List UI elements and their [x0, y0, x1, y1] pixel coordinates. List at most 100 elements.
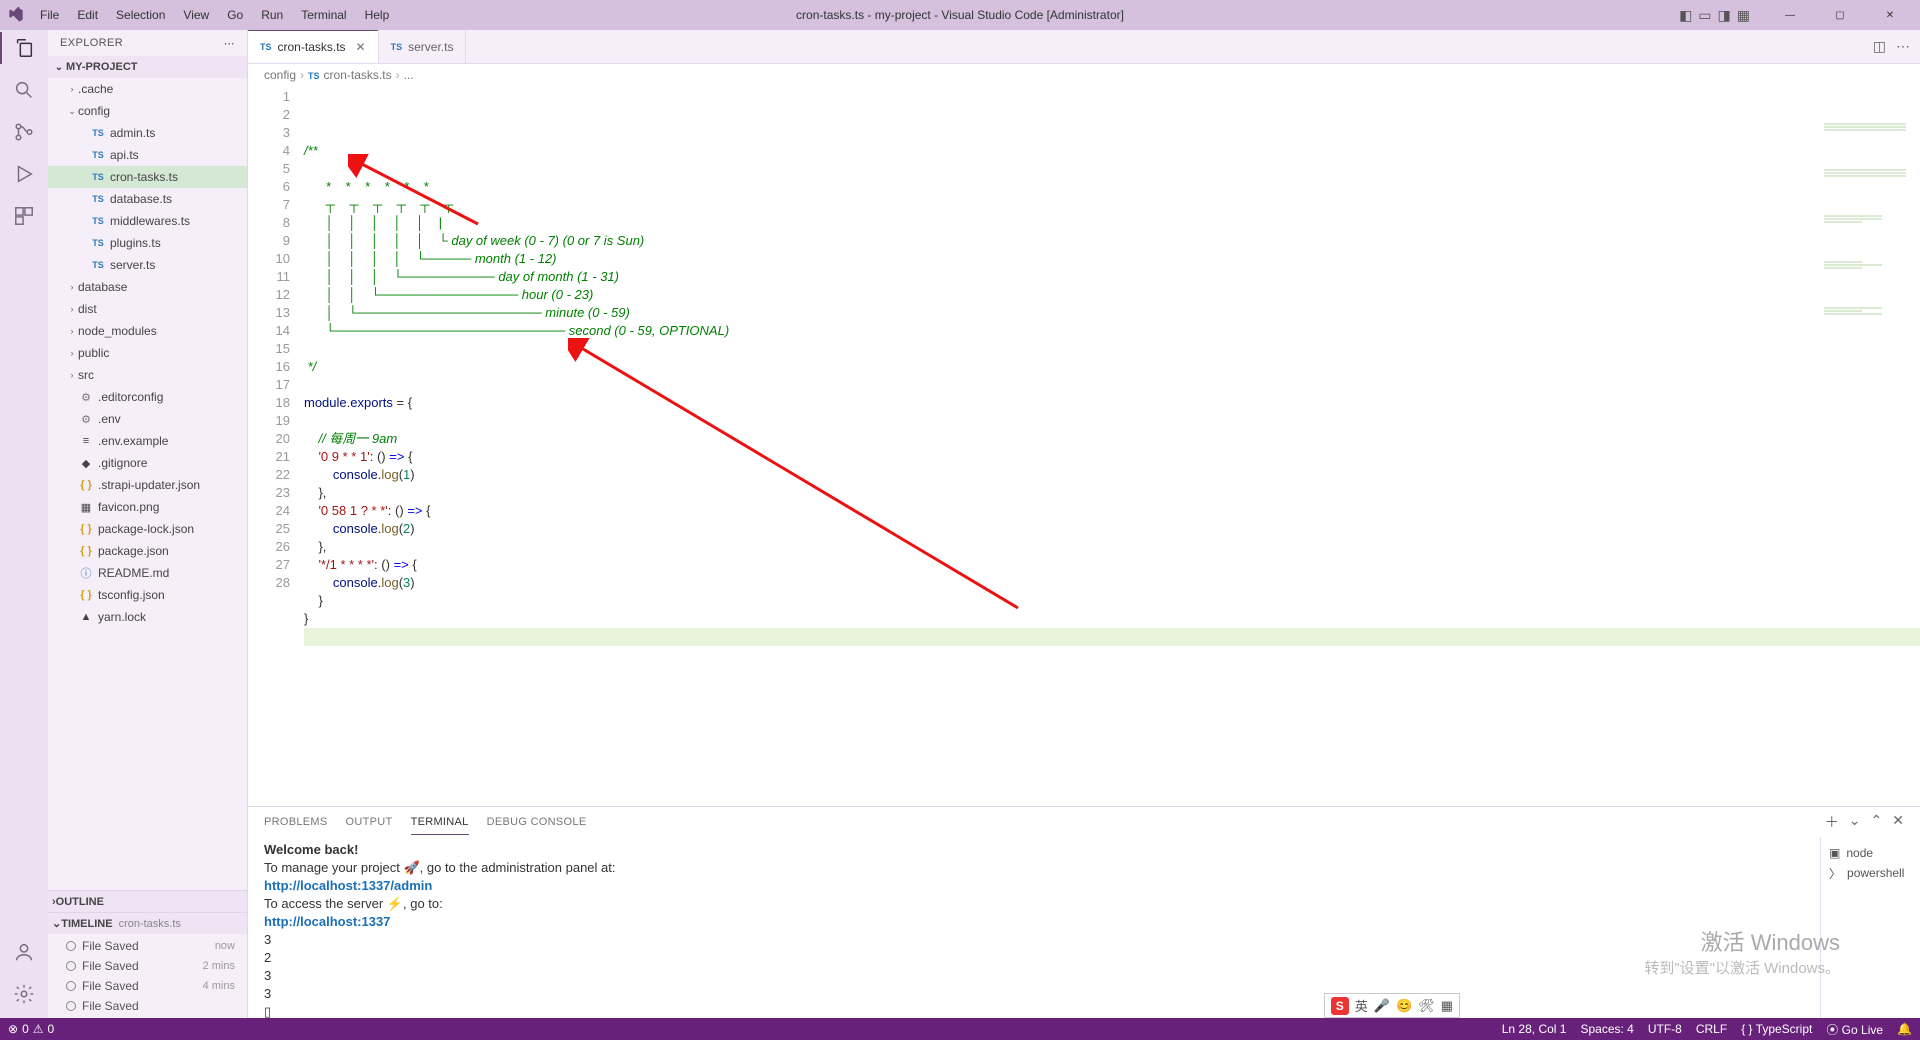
- ime-tools-icon[interactable]: 🛠: [1418, 998, 1435, 1014]
- breadcrumb-segment[interactable]: TScron-tasks.ts: [308, 68, 392, 82]
- code-content[interactable]: /** * * * * * * ┬ ┬ ┬ ┬ ┬ ┬ │ │ │ │ │ | …: [304, 86, 1920, 806]
- status-item[interactable]: ⦿ Go Live: [1826, 1021, 1883, 1038]
- maximize-button[interactable]: ▢: [1818, 0, 1862, 30]
- menu-edit[interactable]: Edit: [69, 4, 106, 26]
- timeline-item[interactable]: File Saved: [48, 996, 247, 1016]
- timeline-item[interactable]: File Saved4 mins: [48, 976, 247, 996]
- file-cron-tasks.ts[interactable]: TScron-tasks.ts: [48, 166, 247, 188]
- menu-go[interactable]: Go: [219, 4, 251, 26]
- status-item[interactable]: 🔔: [1897, 1022, 1912, 1036]
- panel-tab-terminal[interactable]: TERMINAL: [411, 810, 469, 835]
- folder-src[interactable]: ›src: [48, 364, 247, 386]
- file-package-lock.json[interactable]: { }package-lock.json: [48, 518, 247, 540]
- file-database.ts[interactable]: TSdatabase.ts: [48, 188, 247, 210]
- ime-badge[interactable]: S: [1331, 997, 1349, 1015]
- file-tree: ›.cache⌄configTSadmin.tsTSapi.tsTScron-t…: [48, 78, 247, 890]
- timeline-item[interactable]: File Saved2 mins: [48, 956, 247, 976]
- file-middlewares.ts[interactable]: TSmiddlewares.ts: [48, 210, 247, 232]
- terminal-dropdown-icon[interactable]: ⌄: [1849, 812, 1861, 832]
- file-server.ts[interactable]: TSserver.ts: [48, 254, 247, 276]
- status-item[interactable]: CRLF: [1696, 1022, 1727, 1036]
- split-editor-icon[interactable]: ◫: [1873, 38, 1886, 55]
- folder-config[interactable]: ⌄config: [48, 100, 247, 122]
- file-.env.example[interactable]: ≡.env.example: [48, 430, 247, 452]
- close-tab-icon[interactable]: ✕: [356, 40, 366, 54]
- sidebar-title: EXPLORER: [60, 37, 123, 49]
- more-actions-icon[interactable]: ⋯: [1896, 38, 1910, 55]
- menu-help[interactable]: Help: [357, 4, 398, 26]
- layout-customize-icon[interactable]: ▦: [1737, 7, 1750, 24]
- status-item[interactable]: Spaces: 4: [1580, 1022, 1633, 1036]
- source-control-icon[interactable]: [12, 120, 36, 144]
- breadcrumb[interactable]: config›TScron-tasks.ts›...: [248, 64, 1920, 86]
- ime-voice-icon[interactable]: 🎤: [1374, 998, 1390, 1014]
- folder-dist[interactable]: ›dist: [48, 298, 247, 320]
- panel-tab-problems[interactable]: PROBLEMS: [264, 810, 328, 834]
- outline-section-header[interactable]: ›OUTLINE: [48, 890, 247, 912]
- folder-node_modules[interactable]: ›node_modules: [48, 320, 247, 342]
- file-.editorconfig[interactable]: ⚙.editorconfig: [48, 386, 247, 408]
- terminal-output[interactable]: Welcome back!To manage your project 🚀, g…: [248, 837, 1820, 1018]
- file-api.ts[interactable]: TSapi.ts: [48, 144, 247, 166]
- menu-selection[interactable]: Selection: [108, 4, 173, 26]
- minimize-button[interactable]: —: [1768, 0, 1812, 30]
- terminal-instance-node[interactable]: ▣node: [1829, 843, 1912, 863]
- accounts-icon[interactable]: [12, 940, 36, 964]
- layout-panel-icon[interactable]: ▭: [1698, 7, 1711, 24]
- settings-gear-icon[interactable]: [12, 982, 36, 1006]
- search-icon[interactable]: [12, 78, 36, 102]
- text-editor[interactable]: 1234567891011121314151617181920212223242…: [248, 86, 1920, 806]
- sidebar-more-icon[interactable]: ⋯: [224, 37, 235, 50]
- panel-tab-debug-console[interactable]: DEBUG CONSOLE: [487, 810, 587, 834]
- extensions-icon[interactable]: [12, 204, 36, 228]
- layout-sidebar-left-icon[interactable]: ◧: [1679, 7, 1692, 24]
- layout-sidebar-right-icon[interactable]: ◨: [1718, 7, 1731, 24]
- project-name: MY-PROJECT: [66, 61, 138, 73]
- ime-toolbar[interactable]: S 英 🎤 😊 🛠 ▦: [1324, 993, 1460, 1018]
- file-yarn.lock[interactable]: ▲yarn.lock: [48, 606, 247, 628]
- terminal-instance-powershell[interactable]: 〉powershell: [1829, 863, 1912, 883]
- maximize-panel-icon[interactable]: ⌃: [1871, 812, 1883, 832]
- ime-emoji-icon[interactable]: 😊: [1396, 998, 1412, 1014]
- file-plugins.ts[interactable]: TSplugins.ts: [48, 232, 247, 254]
- timeline-item[interactable]: File Savednow: [48, 936, 247, 956]
- file-README.md[interactable]: ⓘREADME.md: [48, 562, 247, 584]
- file-favicon.png[interactable]: ▦favicon.png: [48, 496, 247, 518]
- close-window-button[interactable]: ✕: [1868, 0, 1912, 30]
- file-.strapi-updater.json[interactable]: { }.strapi-updater.json: [48, 474, 247, 496]
- explorer-icon[interactable]: [12, 36, 36, 60]
- project-section-header[interactable]: ⌄MY-PROJECT: [48, 56, 247, 78]
- close-panel-icon[interactable]: ✕: [1892, 812, 1904, 832]
- panel-tab-output[interactable]: OUTPUT: [346, 810, 393, 834]
- folder-database[interactable]: ›database: [48, 276, 247, 298]
- status-item[interactable]: UTF-8: [1648, 1022, 1682, 1036]
- timeline-list: File SavednowFile Saved2 minsFile Saved4…: [48, 934, 247, 1018]
- tab-cron-tasks-ts[interactable]: TScron-tasks.ts✕: [248, 30, 379, 63]
- ime-lang[interactable]: 英: [1355, 996, 1368, 1015]
- file-package.json[interactable]: { }package.json: [48, 540, 247, 562]
- menu-run[interactable]: Run: [253, 4, 291, 26]
- status-item[interactable]: { } TypeScript: [1741, 1022, 1812, 1036]
- titlebar-controls: ◧ ▭ ◨ ▦ — ▢ ✕: [1679, 0, 1912, 30]
- breadcrumb-segment[interactable]: config: [264, 68, 296, 82]
- folder-.cache[interactable]: ›.cache: [48, 78, 247, 100]
- ime-grid-icon[interactable]: ▦: [1441, 998, 1453, 1014]
- editor-tabs: TScron-tasks.ts✕TSserver.ts ◫ ⋯: [248, 30, 1920, 64]
- status-errors[interactable]: ⊗0⚠0: [8, 1022, 54, 1036]
- menu-terminal[interactable]: Terminal: [293, 4, 354, 26]
- folder-public[interactable]: ›public: [48, 342, 247, 364]
- activity-bar: [0, 30, 48, 1018]
- breadcrumb-segment[interactable]: ...: [404, 68, 414, 82]
- bottom-panel: PROBLEMSOUTPUTTERMINALDEBUG CONSOLE ＋ ⌄ …: [248, 806, 1920, 1018]
- menu-file[interactable]: File: [32, 4, 67, 26]
- menu-view[interactable]: View: [175, 4, 217, 26]
- file-.gitignore[interactable]: ◆.gitignore: [48, 452, 247, 474]
- new-terminal-icon[interactable]: ＋: [1825, 812, 1839, 832]
- status-item[interactable]: Ln 28, Col 1: [1502, 1022, 1567, 1036]
- timeline-section-header[interactable]: ⌄TIMELINE cron-tasks.ts: [48, 912, 247, 934]
- file-admin.ts[interactable]: TSadmin.ts: [48, 122, 247, 144]
- file-.env[interactable]: ⚙.env: [48, 408, 247, 430]
- file-tsconfig.json[interactable]: { }tsconfig.json: [48, 584, 247, 606]
- run-debug-icon[interactable]: [12, 162, 36, 186]
- tab-server-ts[interactable]: TSserver.ts: [379, 30, 467, 63]
